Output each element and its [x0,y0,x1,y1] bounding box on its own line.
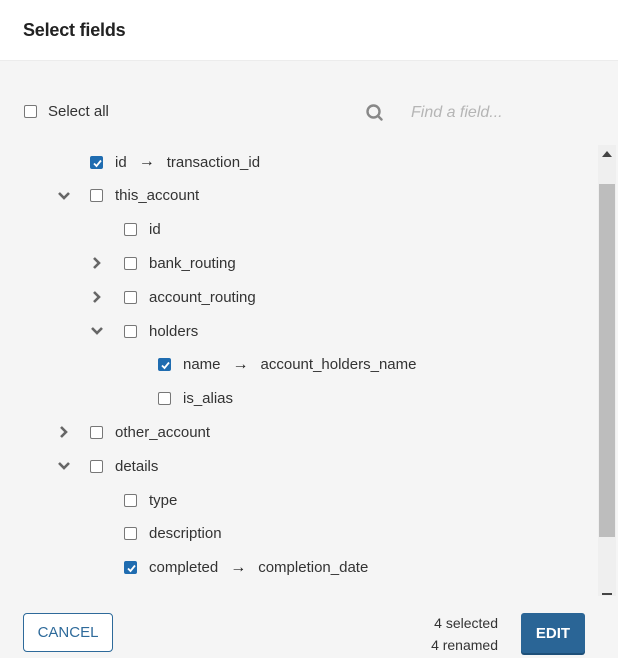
chevron-right-icon[interactable] [57,425,71,439]
chevron-down-icon[interactable] [57,189,71,203]
field-checkbox[interactable] [158,358,171,372]
field-checkbox[interactable] [124,324,137,338]
tree-row[interactable]: type [124,483,177,517]
field-name: completed [149,559,219,577]
select-all-toggle[interactable]: Select all [24,103,109,120]
field-checkbox[interactable] [124,223,137,237]
chevron-right-icon[interactable] [90,256,104,270]
tree-row[interactable]: holders [91,314,199,348]
scroll-up-arrow-icon [602,151,612,157]
tree-row[interactable]: bank_routing [93,246,236,280]
field-checkbox[interactable] [90,425,103,439]
dialog-title: Select fields [23,20,126,40]
field-name: name [183,356,221,374]
tree-row[interactable]: details [58,449,159,483]
chevron-down-icon[interactable] [90,324,104,338]
tree-row[interactable]: name → account_holders_name [158,348,416,382]
field-checkbox[interactable] [124,527,137,541]
rename-arrow-icon: → [230,558,247,576]
tree-row[interactable]: id [124,213,161,247]
field-tree: id → transaction_id this_account id bank_rout… [0,145,596,595]
field-name: other_account [115,423,211,441]
search-icon [365,103,385,123]
chevron-down-icon[interactable] [57,459,71,473]
field-name: holders [149,322,199,340]
select-all-checkbox[interactable] [24,105,37,118]
field-name: id [115,153,127,171]
field-checkbox[interactable] [158,392,171,406]
tree-row[interactable]: is_alias [158,382,233,416]
field-name: bank_routing [149,254,236,272]
dialog-header: Select fields [0,0,618,61]
field-name: this_account [115,187,200,205]
tree-row[interactable]: other_account [60,415,211,449]
field-name: is_alias [183,390,234,408]
field-name: type [149,491,178,509]
chevron-right-icon[interactable] [90,290,104,304]
tree-row[interactable]: description [124,517,222,551]
field-name: id [149,221,161,239]
field-checkbox[interactable] [124,561,137,575]
renamed-field-name[interactable]: transaction_id [167,154,260,171]
rename-arrow-icon: → [138,153,155,170]
renamed-field-name[interactable]: account_holders_name [261,356,417,373]
field-name: account_routing [149,288,256,306]
field-checkbox[interactable] [90,155,103,169]
field-name: details [115,457,159,475]
edit-button[interactable]: EDIT [521,613,585,653]
field-checkbox[interactable] [124,493,137,507]
search-input[interactable] [411,104,571,122]
selected-count: 4 selected [434,615,498,631]
field-checkbox[interactable] [124,290,137,304]
scroll-up-button[interactable] [598,145,616,163]
tree-row[interactable]: id → transaction_id [90,145,260,179]
tree-row[interactable]: this_account [58,179,200,213]
rename-arrow-icon: → [232,355,249,373]
cancel-button[interactable]: CANCEL [23,613,113,652]
field-checkbox[interactable] [90,459,103,473]
renamed-field-name[interactable]: completion_date [258,559,368,576]
field-name: description [149,525,222,543]
renamed-count: 4 renamed [431,637,498,653]
tree-row[interactable]: completed → completion_date [124,551,368,585]
search-field[interactable] [357,95,587,131]
select-all-label: Select all [48,103,109,120]
tree-scrollbar[interactable] [598,145,616,596]
field-checkbox[interactable] [124,256,137,270]
selection-summary: 4 selected 4 renamed [431,612,498,656]
tree-row[interactable]: account_routing [93,280,256,314]
scroll-thumb[interactable] [599,184,615,537]
field-checkbox[interactable] [90,189,103,203]
